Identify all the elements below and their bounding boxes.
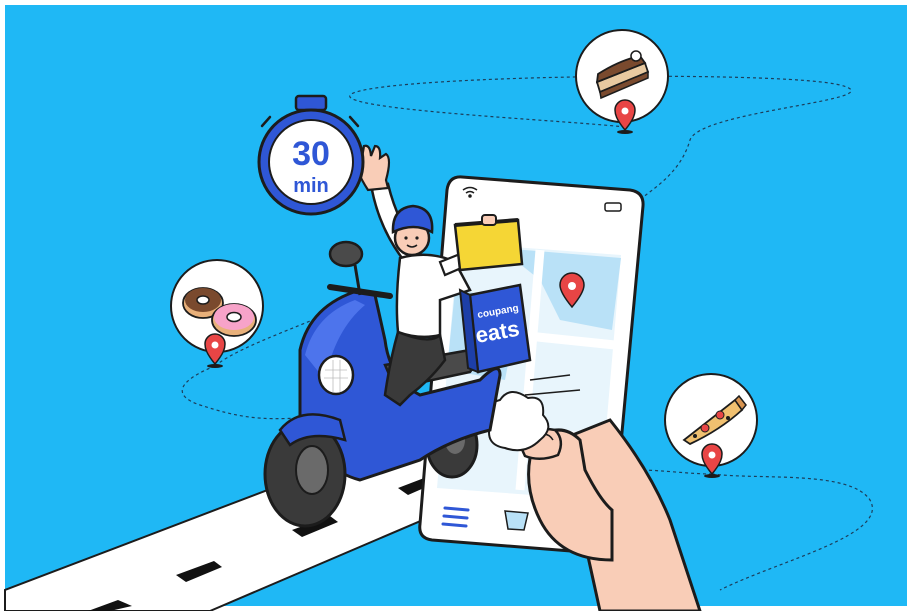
coupang-eats-delivery-illustration: coupang eats 30 min [0, 0, 912, 611]
delivery-box: coupang eats [458, 283, 532, 374]
timer-number: 30 [292, 135, 330, 173]
mirror [328, 240, 364, 268]
timer-unit: min [293, 175, 329, 197]
illustration: coupang eats 30 min [0, 0, 912, 611]
battery-icon [604, 202, 622, 212]
basket-icon [504, 510, 529, 531]
food-box [453, 214, 524, 272]
